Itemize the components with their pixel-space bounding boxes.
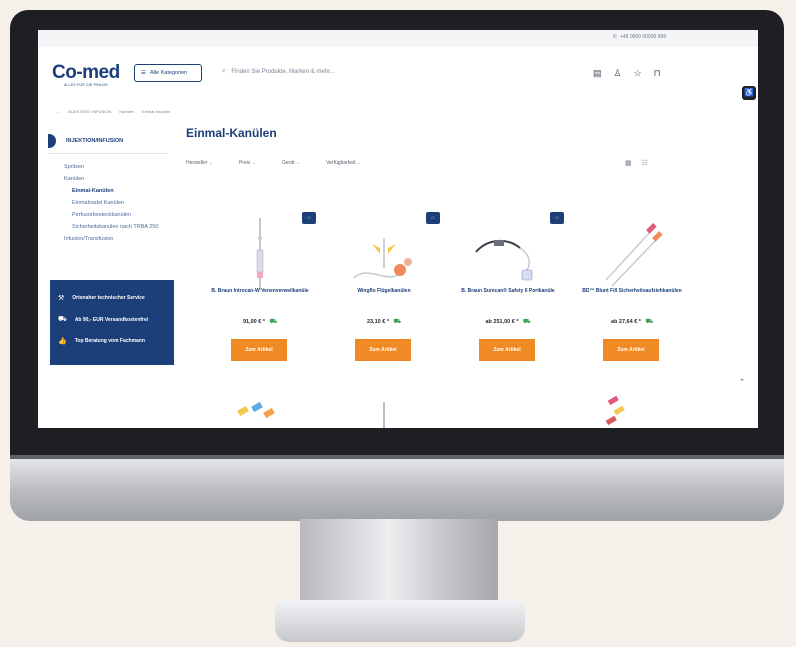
cart-icon[interactable]: ⊓ bbox=[654, 68, 661, 79]
site-header: Co-med ALLES FÜR DIE PRAXIS ☰ Alle Kateg… bbox=[38, 46, 758, 108]
clipboard-icon[interactable]: ▤ bbox=[593, 68, 602, 79]
wrench-icon: ⚒ bbox=[58, 295, 65, 302]
thumbs-up-icon: 👍 bbox=[58, 338, 67, 345]
page-title: Einmal-Kanülen bbox=[186, 126, 277, 140]
breadcrumb-item[interactable]: Kanülen bbox=[119, 109, 134, 114]
brand-badge-icon: □ bbox=[550, 212, 564, 224]
product-name[interactable]: B. Braun Surecan® Safety II Portkanüle bbox=[452, 288, 564, 295]
truck-icon: ⛟ bbox=[58, 316, 67, 323]
search-input[interactable]: ⌕ Finden Sie Produkte, Marken & mehr... bbox=[222, 68, 335, 75]
service-label: Ab 90,- EUR Versandkostenfrei bbox=[74, 316, 149, 323]
phone-icon: ✆ bbox=[612, 34, 617, 40]
logo-text: Co-med bbox=[52, 62, 120, 83]
filter-geraet[interactable]: Gerät bbox=[282, 160, 300, 166]
in-stock-icon: ⛟ bbox=[393, 319, 402, 325]
filter-verfuegbarkeit[interactable]: Verfügbarkeit bbox=[326, 160, 361, 166]
header-icons: ▤ ♙ ☆ ⊓ bbox=[593, 68, 661, 79]
grid-view-icon[interactable]: ▦ bbox=[625, 159, 632, 167]
search-icon: ⌕ bbox=[222, 68, 226, 74]
screen: ✆ +49 0000 00000 999 Co-med ALLES FÜR DI… bbox=[38, 30, 758, 428]
scroll-to-top-button[interactable]: ⌃ bbox=[735, 376, 749, 390]
logo-tagline: ALLES FÜR DIE PRAXIS bbox=[64, 83, 108, 87]
price-value: 23,10 € * bbox=[366, 319, 389, 325]
product-price: ab 27,64 € * ⛟ bbox=[570, 318, 694, 326]
filter-hersteller[interactable]: Hersteller bbox=[186, 160, 213, 166]
product-price: 23,10 € * ⛟ bbox=[322, 318, 446, 326]
accessibility-icon[interactable]: ♿ bbox=[742, 86, 756, 100]
product-card[interactable]: □ B. Braun Surecan® Safety II Portkanüle… bbox=[446, 198, 570, 368]
half-circle-icon bbox=[48, 133, 56, 148]
to-article-button[interactable]: Zum Artikel bbox=[231, 339, 287, 361]
brand-badge-icon: □ bbox=[426, 212, 440, 224]
price-value: ab 251,00 € * bbox=[485, 319, 519, 325]
phone-contact[interactable]: ✆ +49 0000 00000 999 bbox=[613, 34, 666, 40]
monitor-chin-divider bbox=[10, 455, 784, 459]
product-price: 91,00 € * ⛟ bbox=[198, 318, 322, 326]
product-name[interactable]: BD™ Blunt Fill Sicherheitsaufziehkanülen bbox=[576, 288, 688, 295]
search-placeholder: Finden Sie Produkte, Marken & mehr... bbox=[231, 68, 335, 75]
sidebar-item-kanuelen[interactable]: Kanülen bbox=[64, 176, 174, 183]
wishlist-star-icon[interactable]: ☆ bbox=[634, 68, 642, 79]
product-name[interactable]: B. Braun Introcan-W Venenverweilkanüle bbox=[204, 288, 316, 295]
in-stock-icon: ⛟ bbox=[645, 319, 654, 325]
user-icon[interactable]: ♙ bbox=[614, 68, 622, 79]
sidebar-item-sicherheitskanuelen[interactable]: Sicherheitskanülen nach TRBA 250 bbox=[64, 224, 174, 231]
port-needle-image bbox=[475, 240, 533, 281]
sidebar-title-label: INJEKTION/INFUSION bbox=[66, 137, 124, 144]
breadcrumb: ← INJEKTION / INFUSION Kanülen Einmal-Ka… bbox=[56, 109, 170, 114]
product-card[interactable]: BD™ Blunt Fill Sicherheitsaufziehkanülen… bbox=[570, 198, 694, 368]
monitor-chin bbox=[10, 455, 784, 521]
to-article-button[interactable]: Zum Artikel bbox=[355, 339, 411, 361]
all-categories-label: Alle Kategorien bbox=[149, 70, 188, 76]
brand-badge-icon: □ bbox=[302, 212, 316, 224]
monitor-stand-neck bbox=[300, 519, 498, 607]
to-article-button[interactable]: Zum Artikel bbox=[603, 339, 659, 361]
filter-bar: Hersteller Preis Gerät Verfügbarkeit bbox=[186, 160, 361, 166]
sidebar-item-einmalnadel-kanuelen[interactable]: Einmalnadel Kanülen bbox=[64, 200, 174, 207]
price-value: ab 27,64 € * bbox=[610, 319, 641, 325]
view-toggle: ▦ ☷ bbox=[625, 159, 648, 167]
product-card[interactable]: □ Wingflo Flügelkanülen 23,10 € * ⛟ Zum … bbox=[322, 198, 446, 368]
sidebar-category-list: Spritzen Kanülen Einmal-Kanülen Einmalna… bbox=[64, 164, 174, 248]
breadcrumb-item[interactable]: Einmal-Kanülen bbox=[142, 109, 170, 114]
to-article-button[interactable]: Zum Artikel bbox=[479, 339, 535, 361]
price-value: 91,00 € * bbox=[242, 319, 265, 325]
service-row: ⛟ Ab 90,- EUR Versandkostenfrei bbox=[58, 315, 174, 324]
product-price: ab 251,00 € * ⛟ bbox=[446, 318, 570, 326]
service-row: ⚒ Ortsnaher technischer Service bbox=[58, 294, 174, 302]
service-label: Ortsnaher technischer Service bbox=[72, 295, 145, 301]
sidebar-title[interactable]: INJEKTION/INFUSION bbox=[48, 128, 168, 154]
hamburger-icon: ☰ bbox=[141, 70, 146, 76]
list-view-icon[interactable]: ☷ bbox=[642, 159, 648, 167]
product-grid: □ B. Braun Introcan-W Venenverweilkanüle… bbox=[198, 198, 694, 368]
product-card[interactable]: □ B. Braun Introcan-W Venenverweilkanüle… bbox=[198, 198, 322, 368]
sidebar-item-infusion-transfusion[interactable]: Infusion/Transfusion bbox=[64, 236, 174, 243]
in-stock-icon: ⛟ bbox=[523, 319, 531, 325]
service-box: ⚒ Ortsnaher technischer Service ⛟ Ab 90,… bbox=[50, 280, 174, 365]
breadcrumb-item[interactable]: INJEKTION / INFUSION bbox=[68, 109, 111, 114]
product-row-2-images bbox=[237, 395, 625, 428]
in-stock-icon: ⛟ bbox=[269, 319, 278, 325]
sidebar-item-einmal-kanuelen[interactable]: Einmal-Kanülen bbox=[64, 188, 174, 195]
product-name[interactable]: Wingflo Flügelkanülen bbox=[328, 288, 440, 295]
sidebar-item-perfusorbesteckkanuelen[interactable]: Perfusorbesteckkanülen bbox=[64, 212, 174, 219]
top-bar: ✆ +49 0000 00000 999 bbox=[38, 30, 758, 46]
service-label: Top Beratung vom Fachmann bbox=[74, 338, 145, 344]
logo[interactable]: Co-med ALLES FÜR DIE PRAXIS bbox=[52, 62, 132, 88]
monitor-stand-base bbox=[275, 600, 525, 642]
blunt-fill-needle-image bbox=[605, 223, 663, 287]
filter-preis[interactable]: Preis bbox=[239, 160, 256, 166]
winged-needle-image bbox=[353, 238, 412, 279]
all-categories-button[interactable]: ☰ Alle Kategorien bbox=[134, 64, 202, 82]
back-arrow-icon[interactable]: ← bbox=[56, 109, 60, 114]
service-row: 👍 Top Beratung vom Fachmann bbox=[58, 337, 174, 345]
phone-number: +49 0000 00000 999 bbox=[619, 34, 666, 40]
cannula-image bbox=[256, 218, 264, 290]
sidebar-item-spritzen[interactable]: Spritzen bbox=[64, 164, 174, 171]
